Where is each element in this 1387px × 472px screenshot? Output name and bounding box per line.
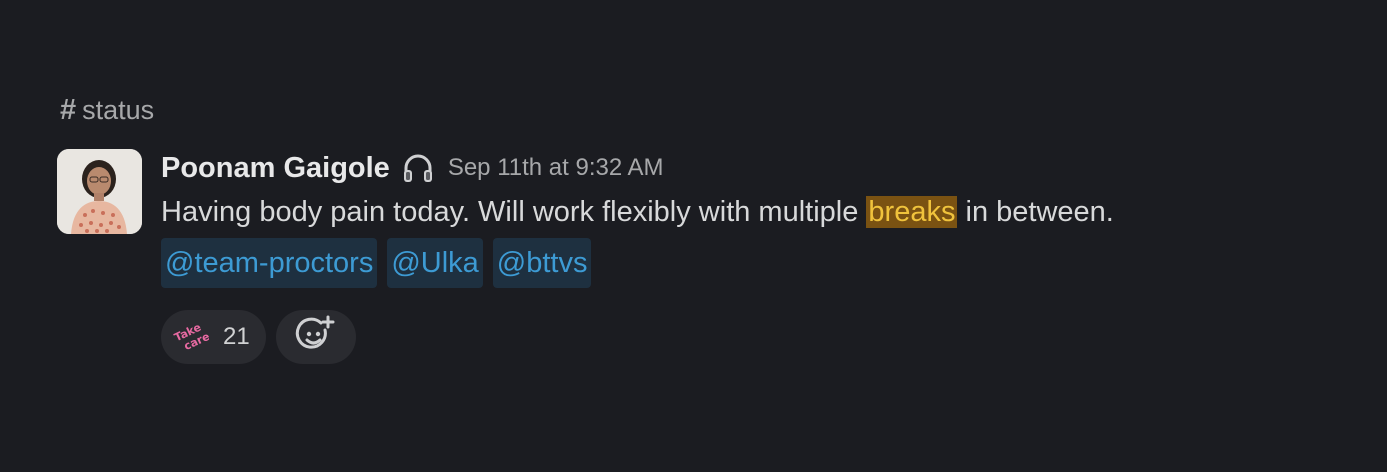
message-text-part: Having body pain today. Will work flexib… (161, 196, 867, 228)
mention-team-proctors[interactable]: @team-proctors (161, 238, 378, 288)
mention-bttvs[interactable]: @bttvs (492, 238, 592, 288)
reaction-count: 21 (223, 323, 250, 350)
message-text: Having body pain today. Will work flexib… (161, 192, 1114, 232)
message-header: Poonam Gaigole Sep 11th at 9:32 AM (161, 148, 664, 188)
mention-list: @team-proctors @Ulka @bttvs (161, 238, 592, 288)
search-highlight: breaks (866, 196, 958, 228)
mention-ulka[interactable]: @Ulka (387, 238, 483, 288)
channel-name-link[interactable]: # status (60, 92, 154, 128)
avatar[interactable] (57, 149, 142, 234)
take-care-sticker-icon: Take care (173, 319, 209, 355)
hash-icon: # (60, 93, 77, 126)
message-text-part: in between. (957, 196, 1114, 228)
message-timestamp[interactable]: Sep 11th at 9:32 AM (448, 154, 664, 182)
add-reaction-button[interactable] (275, 310, 356, 364)
reaction-take-care[interactable]: Take care 21 (161, 310, 266, 364)
author-name[interactable]: Poonam Gaigole (161, 152, 390, 185)
headphones-icon (400, 150, 436, 186)
channel-name-label: status (82, 94, 155, 125)
reaction-bar: Take care 21 (161, 310, 356, 364)
add-reaction-icon (295, 314, 337, 361)
